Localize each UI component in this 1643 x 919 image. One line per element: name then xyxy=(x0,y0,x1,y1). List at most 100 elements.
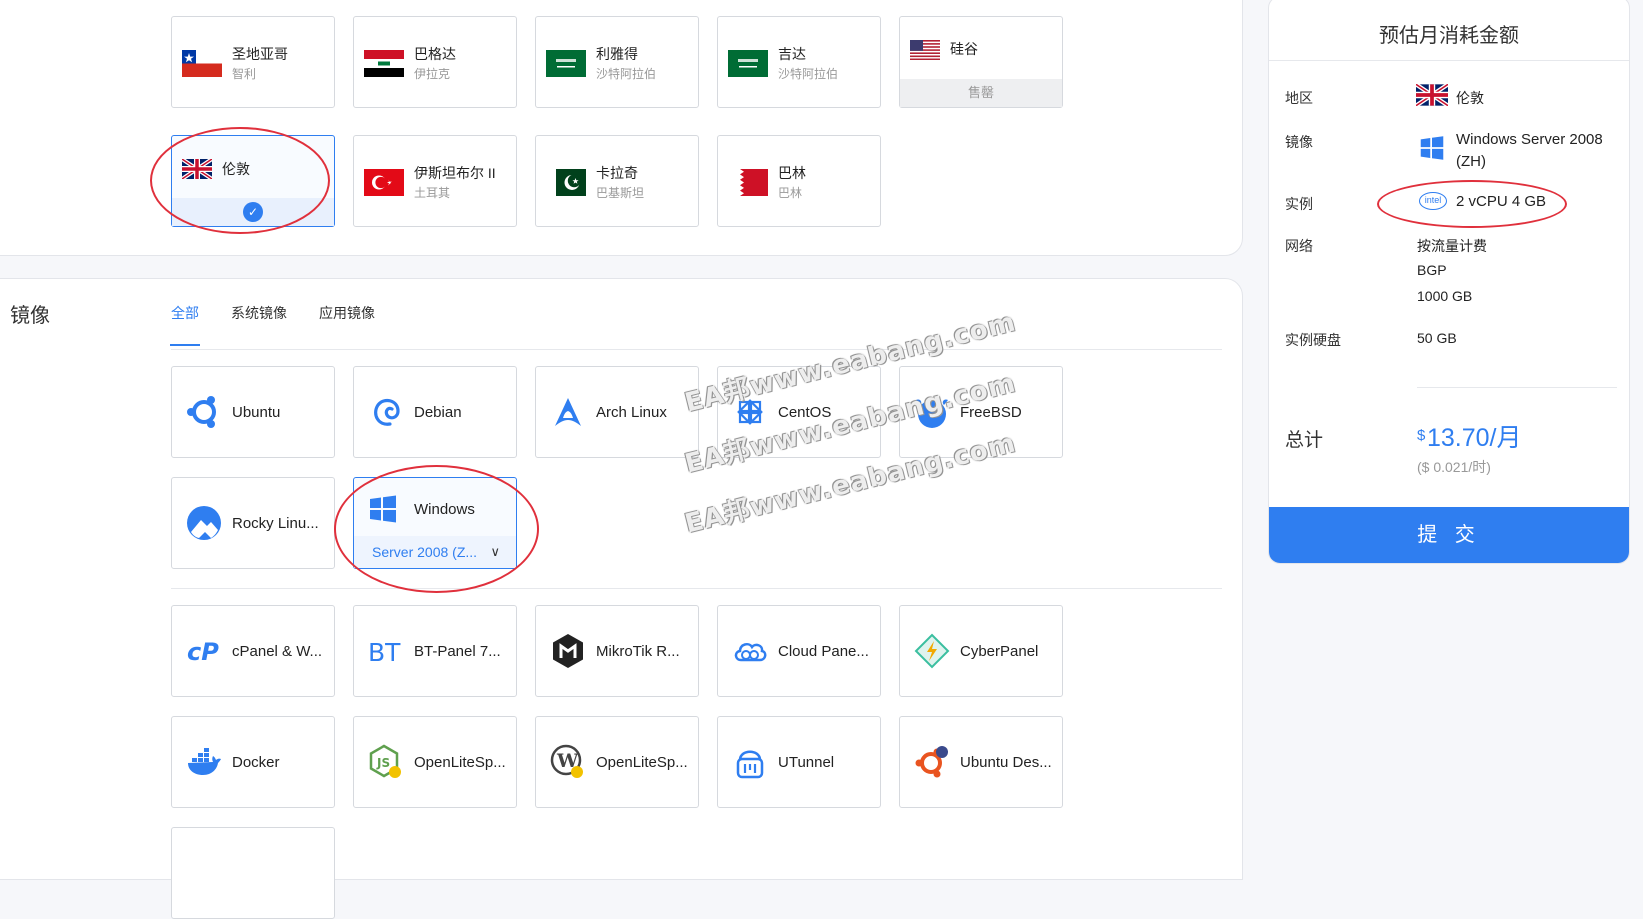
bahrain-flag-icon xyxy=(728,169,768,196)
app-divider xyxy=(171,588,1222,589)
location-card-santiago[interactable]: 圣地亚哥 智利 xyxy=(171,16,335,108)
location-card-istanbul[interactable]: 伊斯坦布尔 II 土耳其 xyxy=(353,135,517,227)
windows-icon xyxy=(1419,135,1445,166)
btpanel-icon: BT xyxy=(368,633,404,669)
location-country: 伊拉克 xyxy=(414,67,451,81)
location-name: 吉达 xyxy=(778,46,806,62)
total-divider xyxy=(1417,387,1617,388)
location-country: 沙特阿拉伯 xyxy=(778,67,839,81)
debian-icon xyxy=(368,394,404,430)
location-name: 巴林 xyxy=(778,165,806,181)
svg-text:BT: BT xyxy=(368,638,401,667)
mikrotik-icon xyxy=(550,633,586,669)
os-card-debian[interactable]: Debian xyxy=(353,366,517,458)
cyberpanel-icon xyxy=(914,633,950,669)
location-name: 硅谷 xyxy=(950,41,978,57)
uk-flag-icon xyxy=(1416,84,1448,106)
disk-value: 50 GB xyxy=(1417,330,1457,346)
annotation-circle-windows xyxy=(334,465,539,593)
network-traffic: 1000 GB xyxy=(1417,288,1473,304)
turkey-flag-icon xyxy=(364,169,404,196)
ubuntu-icon xyxy=(186,394,222,430)
network-label: 网络 xyxy=(1285,238,1313,254)
location-card-bahrain[interactable]: 巴林 巴林 xyxy=(717,135,881,227)
cloudpanel-icon xyxy=(732,633,768,669)
arch-icon xyxy=(550,394,586,430)
cpanel-icon: cP xyxy=(186,633,222,669)
tab-all[interactable]: 全部 xyxy=(171,303,199,323)
hourly-price: ($ 0.021/时) xyxy=(1417,459,1491,475)
location-country: 巴基斯坦 xyxy=(596,186,645,200)
app-card-mikrotik[interactable]: MikroTik R... xyxy=(535,605,699,697)
image-value-line1: Windows Server 2008 xyxy=(1456,131,1603,148)
app-name: cPanel & W... xyxy=(232,643,323,660)
iraq-flag-icon xyxy=(364,50,404,77)
os-name: Debian xyxy=(414,404,462,421)
submit-button[interactable]: 提 交 xyxy=(1269,507,1629,563)
location-name: 巴格达 xyxy=(414,46,456,62)
app-card-cpanel[interactable]: cP cPanel & W... xyxy=(171,605,335,697)
os-card-rocky-linux[interactable]: Rocky Linu... xyxy=(171,477,335,569)
os-name: Arch Linux xyxy=(596,404,667,421)
tabs-divider xyxy=(171,349,1222,350)
location-card-baghdad[interactable]: 巴格达 伊拉克 xyxy=(353,16,517,108)
sold-out-badge: 售罄 xyxy=(900,79,1062,107)
location-card-silicon-valley[interactable]: 硅谷 售罄 xyxy=(899,16,1063,108)
network-type: BGP xyxy=(1417,262,1447,278)
annotation-circle-london xyxy=(150,127,330,234)
app-name: UTunnel xyxy=(778,754,835,771)
app-card-cyberpanel[interactable]: CyberPanel xyxy=(899,605,1063,697)
instance-label: 实例 xyxy=(1285,196,1313,212)
image-label: 镜像 xyxy=(1285,134,1313,150)
image-value-line2: (ZH) xyxy=(1456,153,1486,170)
summary-title: 预估月消耗金额 xyxy=(1379,25,1519,47)
location-card-karachi[interactable]: 卡拉奇 巴基斯坦 xyxy=(535,135,699,227)
image-section-title: 镜像 xyxy=(10,305,50,327)
openlitespeed-wordpress-icon: W xyxy=(550,744,586,780)
ubuntu-desktop-icon xyxy=(914,744,950,780)
openlitespeed-node-icon: JS xyxy=(368,744,404,780)
location-name: 卡拉奇 xyxy=(596,165,638,181)
saudi-flag-icon xyxy=(546,50,586,77)
saudi-flag-icon xyxy=(728,50,768,77)
app-card-openlitespeed-node[interactable]: JS OpenLiteSp... xyxy=(353,716,517,808)
network-billing: 按流量计费 xyxy=(1417,238,1487,254)
app-card-ubuntu-desktop[interactable]: Ubuntu Des... xyxy=(899,716,1063,808)
app-card-openlitespeed-wordpress[interactable]: W OpenLiteSp... xyxy=(535,716,699,808)
active-tab-indicator xyxy=(170,344,200,346)
app-name: OpenLiteSp... xyxy=(414,754,506,771)
svg-text:JS: JS xyxy=(376,756,390,770)
os-name: Ubuntu xyxy=(232,404,281,421)
location-card-jeddah[interactable]: 吉达 沙特阿拉伯 xyxy=(717,16,881,108)
os-card-arch-linux[interactable]: Arch Linux xyxy=(535,366,699,458)
location-country: 巴林 xyxy=(778,186,803,200)
location-name: 利雅得 xyxy=(596,46,638,62)
app-name: MikroTik R... xyxy=(596,643,680,660)
app-name: Ubuntu Des... xyxy=(960,754,1052,771)
total-label: 总计 xyxy=(1285,430,1324,451)
app-card-bt-panel[interactable]: BT BT-Panel 7... xyxy=(353,605,517,697)
app-card-partial[interactable] xyxy=(171,827,335,919)
chile-flag-icon xyxy=(182,50,222,77)
tab-app-images[interactable]: 应用镜像 xyxy=(319,303,375,323)
location-country: 土耳其 xyxy=(414,186,451,200)
summary-panel: 预估月消耗金额 地区 伦敦 镜像 Windows Server 2008 (ZH… xyxy=(1268,0,1630,564)
summary-divider xyxy=(1269,60,1629,61)
tab-system-images[interactable]: 系统镜像 xyxy=(231,303,287,323)
annotation-circle-instance xyxy=(1377,180,1567,228)
docker-icon xyxy=(186,744,222,780)
os-card-ubuntu[interactable]: Ubuntu xyxy=(171,366,335,458)
location-country: 沙特阿拉伯 xyxy=(596,67,657,81)
app-card-cloudpanel[interactable]: Cloud Pane... xyxy=(717,605,881,697)
app-name: Cloud Pane... xyxy=(778,643,869,660)
disk-label: 实例硬盘 xyxy=(1285,332,1341,348)
app-card-docker[interactable]: Docker xyxy=(171,716,335,808)
total-currency: $ xyxy=(1417,427,1426,444)
region-label: 地区 xyxy=(1285,90,1313,106)
os-name: Rocky Linu... xyxy=(232,515,319,532)
app-card-utunnel[interactable]: UTunnel xyxy=(717,716,881,808)
region-value: 伦敦 xyxy=(1456,90,1484,106)
location-card-riyadh[interactable]: 利雅得 沙特阿拉伯 xyxy=(535,16,699,108)
location-name: 伊斯坦布尔 II xyxy=(414,165,496,181)
app-name: Docker xyxy=(232,754,280,771)
